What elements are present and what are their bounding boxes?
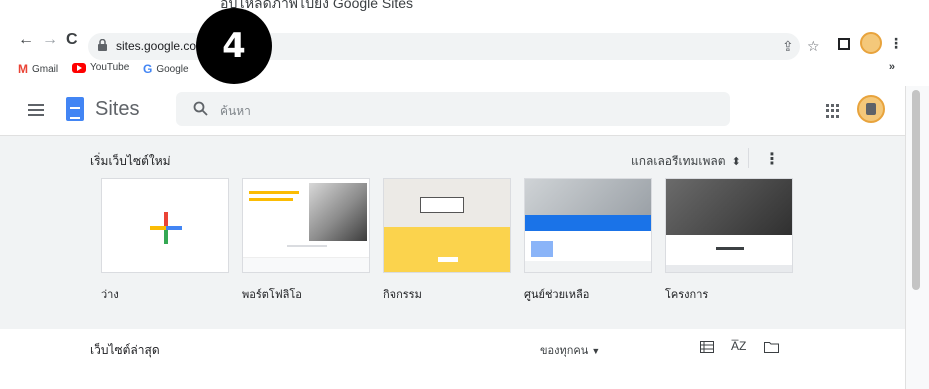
app-title: Sites bbox=[95, 98, 140, 120]
thumb-heading-bar bbox=[249, 198, 293, 201]
thumb-hero bbox=[525, 179, 651, 215]
thumb-line bbox=[716, 247, 744, 250]
divider bbox=[748, 148, 749, 168]
bookmark-star-icon[interactable]: ☆ bbox=[807, 38, 820, 55]
template-blank[interactable] bbox=[101, 178, 229, 273]
bookmark-gmail[interactable]: M Gmail bbox=[18, 62, 58, 76]
side-panel-icon[interactable] bbox=[838, 38, 850, 50]
list-view-icon[interactable] bbox=[700, 341, 714, 353]
template-label: กิจกรรม bbox=[383, 289, 422, 301]
search-input[interactable]: ค้นหา bbox=[176, 92, 730, 126]
bookmarks-bar: M Gmail YouTube G Google » bbox=[0, 58, 905, 78]
bookmark-youtube[interactable]: YouTube bbox=[72, 62, 129, 73]
bookmark-label: Google bbox=[156, 63, 189, 75]
template-help-center[interactable] bbox=[524, 178, 652, 273]
page-scrollbar[interactable] bbox=[905, 86, 929, 389]
forward-arrow-icon[interactable]: → bbox=[42, 31, 58, 49]
back-arrow-icon[interactable]: ← bbox=[18, 31, 34, 49]
search-placeholder: ค้นหา bbox=[220, 104, 251, 118]
youtube-icon bbox=[72, 62, 86, 73]
folder-icon[interactable] bbox=[764, 341, 779, 353]
thumb-line bbox=[287, 245, 327, 247]
template-label: ว่าง bbox=[101, 289, 119, 301]
gmail-icon: M bbox=[18, 62, 28, 76]
reload-icon[interactable]: C bbox=[66, 31, 78, 49]
step-number-badge: 4 bbox=[196, 8, 272, 84]
browser-chrome: ← → C sites.google.com/ ⇪ ☆ ⋮ M Gmail Yo… bbox=[0, 18, 905, 86]
thumb-footer bbox=[243, 257, 369, 272]
thumb-footer bbox=[525, 261, 651, 272]
thumb-heading-bar bbox=[249, 191, 299, 194]
template-gallery-label: แกลเลอรีเทมเพลต bbox=[631, 154, 726, 168]
scrollbar-thumb[interactable] bbox=[912, 90, 920, 290]
recent-sites-section: เว็บไซต์ล่าสุด ของทุกคน ▼ A̅Z bbox=[0, 329, 905, 389]
thumb-title-box bbox=[420, 197, 464, 213]
template-label: ศูนย์ช่วยเหลือ bbox=[524, 289, 590, 301]
bookmarks-overflow-icon[interactable]: » bbox=[889, 61, 895, 73]
thumb-photo bbox=[309, 183, 367, 241]
bookmark-google[interactable]: G Google bbox=[143, 62, 189, 76]
template-event[interactable] bbox=[383, 178, 511, 273]
template-label: พอร์ตโฟลิโอ bbox=[242, 289, 302, 301]
thumb-yellow-band bbox=[384, 227, 510, 272]
thumb-card bbox=[531, 241, 553, 257]
unfold-icon: ⬍ bbox=[731, 156, 741, 168]
thumb-hero bbox=[666, 179, 792, 235]
bookmark-label: Gmail bbox=[32, 63, 59, 75]
template-portfolio[interactable] bbox=[242, 178, 370, 273]
start-new-site-section: เริ่มเว็บไซต์ใหม่ แกลเลอรีเทมเพลต ⬍ ⋮ ว่… bbox=[0, 136, 905, 329]
more-options-icon[interactable]: ⋮ bbox=[764, 149, 780, 169]
plus-icon bbox=[150, 212, 182, 244]
google-apps-icon[interactable] bbox=[826, 104, 840, 118]
sites-app-bar: Sites ค้นหา bbox=[0, 86, 905, 136]
dropdown-arrow-icon: ▼ bbox=[591, 346, 601, 356]
section-heading: เริ่มเว็บไซต์ใหม่ bbox=[90, 154, 171, 168]
thumb-blue-band bbox=[525, 215, 651, 231]
thumb-button bbox=[438, 257, 458, 262]
main-menu-icon[interactable] bbox=[28, 104, 44, 116]
sort-az-icon[interactable]: A̅Z bbox=[731, 339, 746, 353]
google-icon: G bbox=[143, 62, 153, 76]
bookmark-label: YouTube bbox=[90, 62, 130, 73]
thumb-footer bbox=[666, 265, 792, 272]
page-instructions-fragment: อัปโหลดภาพไปยัง Google Sites bbox=[0, 0, 929, 18]
search-icon bbox=[193, 101, 208, 116]
lock-icon bbox=[98, 39, 107, 51]
owner-filter-label: ของทุกคน bbox=[540, 345, 589, 357]
browser-profile-avatar[interactable] bbox=[860, 32, 882, 54]
template-project[interactable] bbox=[665, 178, 793, 273]
share-icon[interactable]: ⇪ bbox=[782, 38, 794, 55]
account-avatar[interactable] bbox=[857, 95, 885, 123]
sites-logo-icon[interactable] bbox=[66, 97, 84, 121]
browser-menu-icon[interactable]: ⋮ bbox=[889, 35, 903, 52]
owner-filter-dropdown[interactable]: ของทุกคน ▼ bbox=[540, 341, 600, 359]
template-label: โครงการ bbox=[665, 289, 709, 301]
recent-sites-heading: เว็บไซต์ล่าสุด bbox=[90, 343, 160, 357]
template-gallery-toggle[interactable]: แกลเลอรีเทมเพลต ⬍ bbox=[631, 152, 741, 171]
address-bar[interactable]: sites.google.com/ bbox=[88, 33, 800, 60]
